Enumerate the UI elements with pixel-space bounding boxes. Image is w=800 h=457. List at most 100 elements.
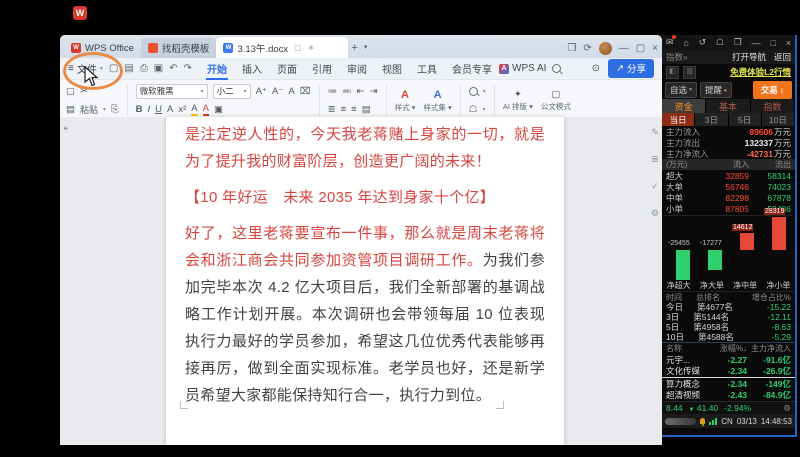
styles-button[interactable]: A 样式 ▾	[395, 82, 416, 119]
increase-indent-icon[interactable]: ⇥	[370, 86, 378, 97]
paste-icon[interactable]: ▤	[66, 104, 75, 115]
highlight-color-icon[interactable]: A	[191, 103, 198, 117]
increase-font-icon[interactable]: A⁺	[256, 86, 267, 97]
paragraph-heading[interactable]: 【10 年好运 未来 2035 年达到身家十个亿】	[185, 184, 545, 211]
tab-docer-templates[interactable]: 找稻壳模板	[140, 38, 217, 58]
stock-close-button[interactable]: ×	[786, 38, 791, 48]
print-icon[interactable]: ⎙	[140, 63, 148, 74]
stock-maximize-button[interactable]: □	[770, 38, 775, 48]
outline-icon[interactable]: ≣	[651, 154, 659, 165]
sync-icon[interactable]: ⟳	[583, 43, 591, 54]
index-breadcrumb[interactable]: 指数»	[666, 51, 688, 63]
gongwen-mode-button[interactable]: ▢ 公文模式	[541, 82, 571, 119]
format-painter-icon[interactable]: ⎘	[111, 104, 119, 115]
font-family-select[interactable]: 微软雅黑 ▾	[135, 83, 208, 99]
stock-tab-3[interactable]: 指数	[750, 99, 795, 113]
italic-button[interactable]: I	[148, 104, 151, 115]
text-effect-icon[interactable]: A	[288, 86, 294, 97]
back-icon[interactable]: ↺	[699, 37, 707, 48]
user-avatar[interactable]	[598, 42, 612, 55]
trade-button[interactable]: 交易 ↕	[752, 80, 792, 99]
paste-label[interactable]: 粘贴	[80, 103, 98, 116]
stock-tab-1[interactable]: 资金	[662, 99, 707, 113]
ribbon-tab-3[interactable]: 页面	[276, 58, 298, 79]
wps-ai-tab[interactable]: A WPS AI	[499, 63, 546, 74]
l2-trial-link[interactable]: 免费体验L2行情	[730, 66, 791, 78]
char-shading-icon[interactable]: ▣	[214, 104, 223, 115]
find-replace-icon[interactable]	[468, 86, 478, 96]
ribbon-tab-2[interactable]: 插入	[241, 58, 263, 79]
document-page[interactable]: 是注定逆人性的，今天我老蒋赌上身家的一切，就是为了提升我的财富阶层，创造更广阔的…	[166, 117, 564, 445]
tab-document-active[interactable]: W 3.13午.docx ▢ ∗	[216, 37, 349, 58]
share-button[interactable]: ↗ 分享	[608, 59, 654, 78]
font-color-icon[interactable]: A	[167, 104, 173, 115]
ribbon-tab-4[interactable]: 引用	[311, 58, 333, 79]
sidebar-tool-icon[interactable]: ❝	[63, 125, 68, 136]
ribbon-tab-5[interactable]: 审阅	[346, 58, 368, 79]
workspace-icon[interactable]: ❐	[567, 43, 576, 54]
stock-tab-2[interactable]: 基本	[706, 99, 751, 113]
period-tab-4[interactable]: 10日	[761, 113, 795, 126]
period-tab-2[interactable]: 3日	[695, 113, 729, 126]
period-tab-3[interactable]: 5日	[728, 113, 762, 126]
clipboard-icon[interactable]: ▢	[66, 86, 75, 97]
clear-format-icon[interactable]: ⌧	[300, 86, 311, 97]
alert-button[interactable]: 提醒 •	[700, 81, 733, 98]
save-icon[interactable]: ▣	[154, 63, 163, 74]
proofing-icon[interactable]: ✓	[651, 181, 659, 192]
ribbon-tab-1[interactable]: 开始	[206, 58, 228, 80]
paragraph[interactable]: 是注定逆人性的，今天我老蒋赌上身家的一切，就是为了提升我的财富阶层，创造更广阔的…	[185, 121, 545, 175]
back-link[interactable]: 返回	[774, 51, 791, 63]
align-left-icon[interactable]: ≣	[328, 104, 336, 115]
ribbon-tab-7[interactable]: 工具	[416, 58, 438, 79]
view-toggle-icon-2[interactable]: ▥	[683, 65, 696, 79]
numbering-icon[interactable]: ≕	[342, 86, 352, 97]
edit-tool-icon[interactable]: ✎	[651, 127, 659, 138]
bell-icon[interactable]	[699, 418, 706, 426]
watchlist-button[interactable]: 自选 ▾	[665, 81, 698, 98]
settings-gear-icon[interactable]: ⚙	[783, 403, 791, 414]
underline-button[interactable]: U	[155, 104, 162, 115]
paste-chevron-icon[interactable]: ▾	[103, 106, 106, 113]
align-right-icon[interactable]: ≡	[351, 104, 357, 115]
open-navigation-link[interactable]: 打开导航	[732, 51, 766, 63]
align-justify-icon[interactable]: ▤	[362, 104, 371, 115]
decrease-indent-icon[interactable]: ⇤	[357, 86, 365, 97]
undo-icon[interactable]: ↶	[169, 63, 177, 74]
close-button[interactable]: ×	[652, 43, 658, 54]
minimize-button[interactable]: —	[619, 43, 629, 54]
style-set-button[interactable]: A 样式集 ▾	[423, 82, 451, 119]
doc-more-icon[interactable]: ∗	[308, 43, 315, 52]
sector-row[interactable]: 算力概念 -2.34 -149亿	[662, 378, 795, 390]
home-icon[interactable]: ⌂	[683, 38, 688, 48]
select-tool-icon[interactable]: ☖	[469, 104, 478, 115]
maximize-button[interactable]: ▢	[636, 43, 645, 54]
ribbon-tab-8[interactable]: 会员专享	[451, 58, 493, 79]
tab-list-chevron[interactable]: ▾	[364, 38, 368, 58]
redo-icon[interactable]: ↷	[184, 63, 192, 74]
decrease-font-icon[interactable]: A⁻	[272, 86, 283, 97]
document-text[interactable]: 是注定逆人性的，今天我老蒋赌上身家的一切，就是为了提升我的财富阶层，创造更广阔的…	[185, 121, 545, 409]
collaborate-icon[interactable]: ⊙	[592, 63, 600, 74]
sector-row[interactable]: 超清视频 -2.43 -84.9亿	[662, 390, 795, 402]
stock-minimize-button[interactable]: —	[752, 38, 761, 48]
search-icon[interactable]	[552, 64, 562, 73]
restore-icon[interactable]: ❐	[734, 37, 742, 48]
align-center-icon[interactable]: ≡	[341, 104, 347, 115]
mail-icon[interactable]: ✉	[666, 35, 676, 48]
paragraph[interactable]: 好了，这里老蒋要宣布一件事，那么就是周末老蒋将会和浙江商会共同参加资管项目调研工…	[185, 220, 545, 409]
font-size-select[interactable]: 小二 ▾	[212, 83, 251, 99]
ribbon-tab-6[interactable]: 视图	[381, 58, 403, 79]
text-color-icon[interactable]: A	[202, 103, 210, 117]
settings-icon[interactable]: ⚙	[651, 208, 659, 219]
sector-row[interactable]: 文化传媒 -2.34 -26.9亿	[662, 366, 795, 378]
sector-row[interactable]: 元宇... -2.27 -91.6亿	[662, 354, 795, 366]
superscript-icon[interactable]: x²	[178, 104, 186, 115]
open-icon[interactable]: ▤	[124, 63, 133, 74]
view-toggle-icon-1[interactable]: ◧	[666, 65, 679, 79]
tools-icon[interactable]: ☖	[716, 37, 724, 48]
ai-typeset-button[interactable]: ✦ AI 排版 ▾	[503, 82, 533, 119]
bold-button[interactable]: B	[136, 104, 143, 115]
bullets-icon[interactable]: ≔	[328, 86, 338, 97]
new-tab-button[interactable]: +	[351, 38, 357, 58]
